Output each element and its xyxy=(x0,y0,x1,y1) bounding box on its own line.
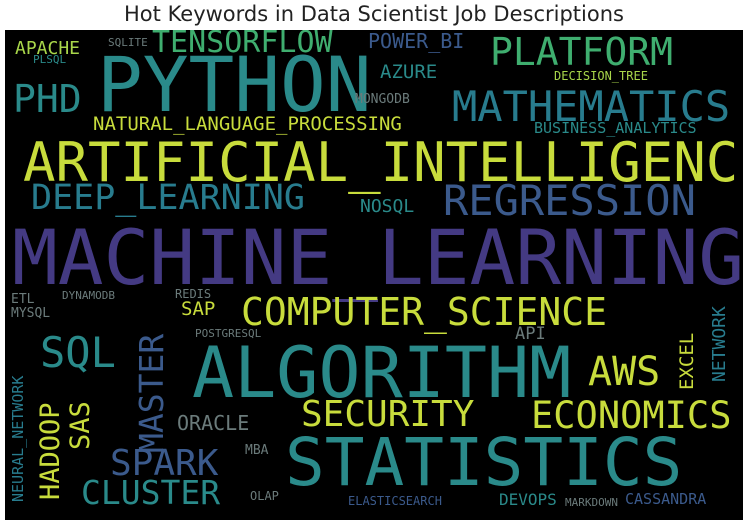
word-etl: ETL xyxy=(11,292,35,307)
word-mongodb: MONGODB xyxy=(355,92,410,107)
word-hadoop: HADOOP xyxy=(35,402,66,500)
word-computer-science: COMPUTER_SCIENCE xyxy=(241,290,608,334)
word-statistics: STATISTICS xyxy=(285,424,683,501)
word-machine-learning: MACHINE_LEARNING xyxy=(12,213,743,302)
word-deep-learning: DEEP_LEARNING xyxy=(31,178,305,218)
word-phd: PHD xyxy=(13,77,82,121)
word-cassandra: CASSANDRA xyxy=(625,490,707,508)
word-plsql: PLSQL xyxy=(33,53,67,66)
word-mba: MBA xyxy=(245,443,269,458)
word-azure: AZURE xyxy=(380,61,438,83)
word-markdown: MARKDOWN xyxy=(565,496,618,509)
word-sql: SQL xyxy=(40,328,116,377)
word-neural-network: NEURAL_NETWORK xyxy=(9,375,27,502)
chart-title: Hot Keywords in Data Scientist Job Descr… xyxy=(124,2,624,26)
word-aws: AWS xyxy=(588,349,661,395)
word-elasticsearch: ELASTICSEARCH xyxy=(348,494,442,508)
word-cluster: CLUSTER xyxy=(81,473,221,512)
word-sap: SAP xyxy=(181,298,216,320)
word-sas: SAS xyxy=(65,401,96,450)
word-platform: PLATFORM xyxy=(490,30,674,74)
word-olap: OLAP xyxy=(250,489,279,503)
word-devops: DEVOPS xyxy=(499,490,557,509)
word-network: NETWORK xyxy=(709,306,730,382)
word-oracle: ORACLE xyxy=(177,411,250,435)
word-excel: EXCEL xyxy=(676,332,698,390)
word-python: PYTHON xyxy=(97,40,372,129)
word-power-bi: POWER_BI xyxy=(368,30,465,53)
word-dynamodb: DYNAMODB xyxy=(62,289,115,302)
word-mysql: MYSQL xyxy=(11,306,51,321)
word-master: MASTER xyxy=(132,333,171,453)
word-cloud: APACHE PLSQL SQLITE TENSORFLOW POWER_BI … xyxy=(5,30,743,520)
word-decision-tree: DECISION_TREE xyxy=(554,69,648,83)
